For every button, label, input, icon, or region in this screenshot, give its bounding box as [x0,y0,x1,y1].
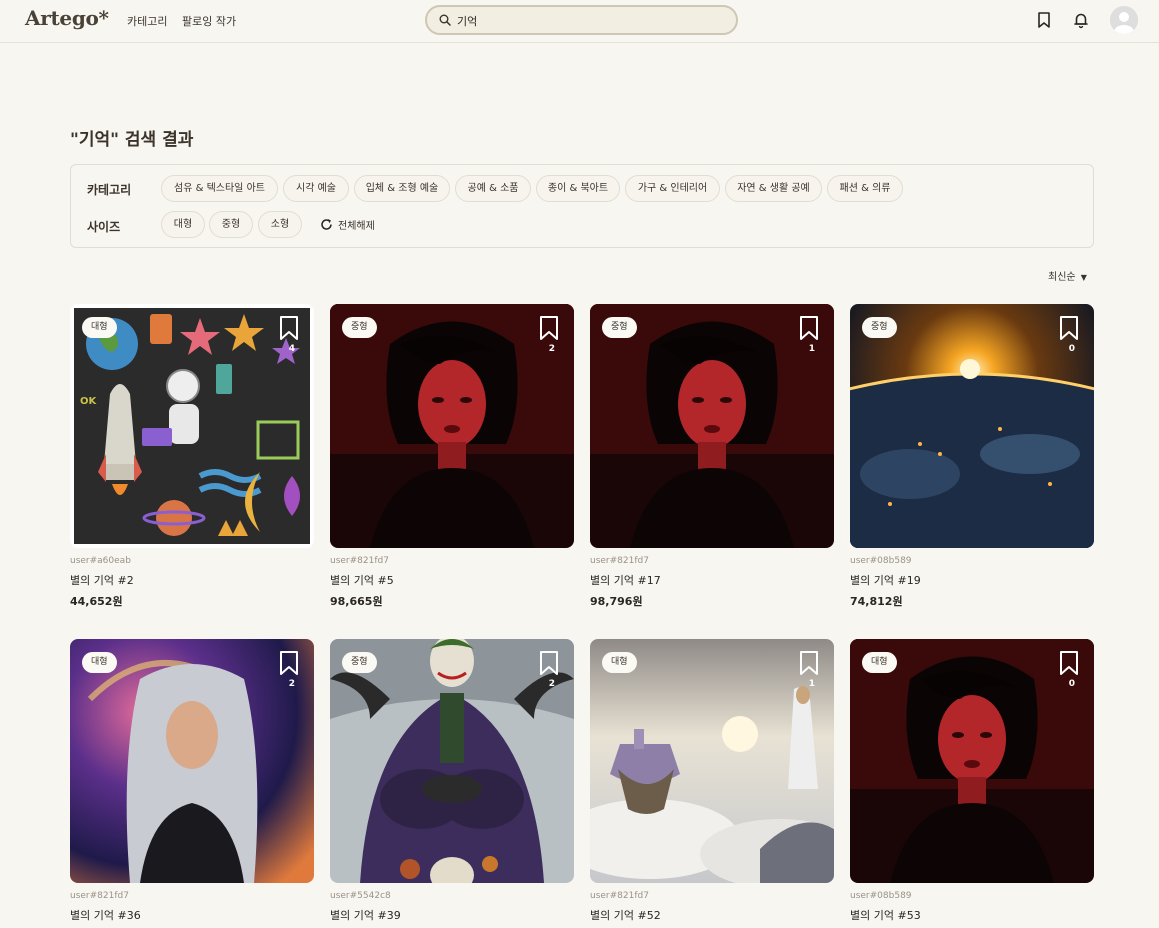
search-bar[interactable] [425,5,738,35]
artist-name[interactable]: user#08b589 [850,891,912,901]
chip-category-furniture[interactable]: 가구 & 인테리어 [625,175,720,202]
artwork-price: 98,796원 [590,595,643,608]
chip-category-textile[interactable]: 섬유 & 텍스타일 아트 [161,175,278,202]
reset-filters-label: 전체해제 [338,221,375,232]
artist-name[interactable]: user#a60eab [70,556,131,566]
bookmark-count: 0 [1068,679,1075,689]
size-badge: 대형 [862,652,897,673]
sort-label: 최신순 [1048,272,1076,283]
artwork-thumbnail[interactable]: 대형 2 [70,639,314,883]
chip-size-small[interactable]: 소형 [258,211,302,238]
nav-following-artists[interactable]: 팔로잉 작가 [182,13,236,29]
bookmark-icon[interactable] [1058,650,1080,676]
artwork-price: 74,812원 [850,595,903,608]
artist-name[interactable]: user#08b589 [850,556,912,566]
bookmark-count: 4 [288,344,295,354]
bookmark-count: 2 [288,679,295,689]
artwork-title: 별의 기억 #53 [850,909,921,922]
bookmark-icon[interactable] [798,650,820,676]
chip-size-medium[interactable]: 중형 [209,211,253,238]
chip-category-nature[interactable]: 자연 & 생활 공예 [725,175,822,202]
artwork-title: 별의 기억 #19 [850,574,921,587]
artwork-price: 98,665원 [330,595,383,608]
artist-name[interactable]: user#821fd7 [590,556,649,566]
bookmark-icon[interactable] [278,315,300,341]
size-badge: 중형 [342,652,377,673]
artwork-title: 별의 기억 #17 [590,574,661,587]
chip-category-sculpture[interactable]: 입체 & 조형 예술 [354,175,450,202]
artwork-title: 별의 기억 #36 [70,909,141,922]
artist-name[interactable]: user#821fd7 [590,891,649,901]
artwork-title: 별의 기억 #52 [590,909,661,922]
size-badge: 대형 [82,652,117,673]
chip-category-fashion[interactable]: 패션 & 의류 [827,175,903,202]
bookmark-icon[interactable] [278,650,300,676]
artwork-thumbnail[interactable]: 중형 2 [330,304,574,548]
chip-category-paper[interactable]: 종이 & 북아트 [536,175,620,202]
size-badge: 대형 [82,317,117,338]
chip-size-large[interactable]: 대형 [161,211,205,238]
bookmark-count: 2 [548,344,555,354]
artist-name[interactable]: user#821fd7 [70,891,129,901]
size-filter-label: 사이즈 [87,220,121,234]
bell-icon[interactable] [1072,11,1090,29]
caret-down-icon: ▼ [1080,273,1087,282]
artist-name[interactable]: user#5542c8 [330,891,391,901]
user-avatar-icon [1110,6,1138,34]
bookmark-icon[interactable] [538,650,560,676]
bookmark-icon[interactable] [1058,315,1080,341]
search-icon [439,14,451,26]
page-title: "기억" 검색 결과 [70,130,194,150]
bookmark-count: 1 [808,344,815,354]
size-badge: 중형 [342,317,377,338]
artwork-price: 44,652원 [70,595,123,608]
artwork-thumbnail[interactable]: OK 대형 4 [70,304,314,548]
nav-categories[interactable]: 카테고리 [127,13,167,29]
artist-name[interactable]: user#821fd7 [330,556,389,566]
bookmark-count: 1 [808,679,815,689]
category-filter-label: 카테고리 [87,183,132,197]
size-badge: 중형 [862,317,897,338]
artwork-title: 별의 기억 #5 [330,574,394,587]
artwork-thumbnail[interactable]: 중형 2 [330,639,574,883]
chip-category-visual[interactable]: 시각 예술 [283,175,349,202]
bookmark-count: 2 [548,679,555,689]
artwork-thumbnail[interactable]: 중형 1 [590,304,834,548]
bookmark-icon[interactable] [538,315,560,341]
bookmark-icon[interactable] [1035,11,1053,29]
bookmark-count: 0 [1068,344,1075,354]
chip-category-craft[interactable]: 공예 & 소품 [455,175,531,202]
bookmark-icon[interactable] [798,315,820,341]
search-input[interactable] [457,11,727,31]
filter-panel: 카테고리 섬유 & 텍스타일 아트 시각 예술 입체 & 조형 예술 공예 & … [70,164,1094,248]
artwork-thumbnail[interactable]: 중형 0 [850,304,1094,548]
artwork-title: 별의 기억 #2 [70,574,134,587]
sort-dropdown[interactable]: 최신순 ▼ [1048,268,1087,283]
avatar[interactable] [1110,6,1138,34]
artwork-thumbnail[interactable]: 대형 0 [850,639,1094,883]
top-header: Artego* 카테고리 팔로잉 작가 [0,0,1159,43]
artwork-title: 별의 기억 #39 [330,909,401,922]
size-badge: 대형 [602,652,637,673]
svg-text:OK: OK [80,396,98,407]
refresh-icon [321,219,332,230]
artwork-thumbnail[interactable]: 대형 1 [590,639,834,883]
logo[interactable]: Artego* [25,6,109,30]
size-badge: 중형 [602,317,637,338]
